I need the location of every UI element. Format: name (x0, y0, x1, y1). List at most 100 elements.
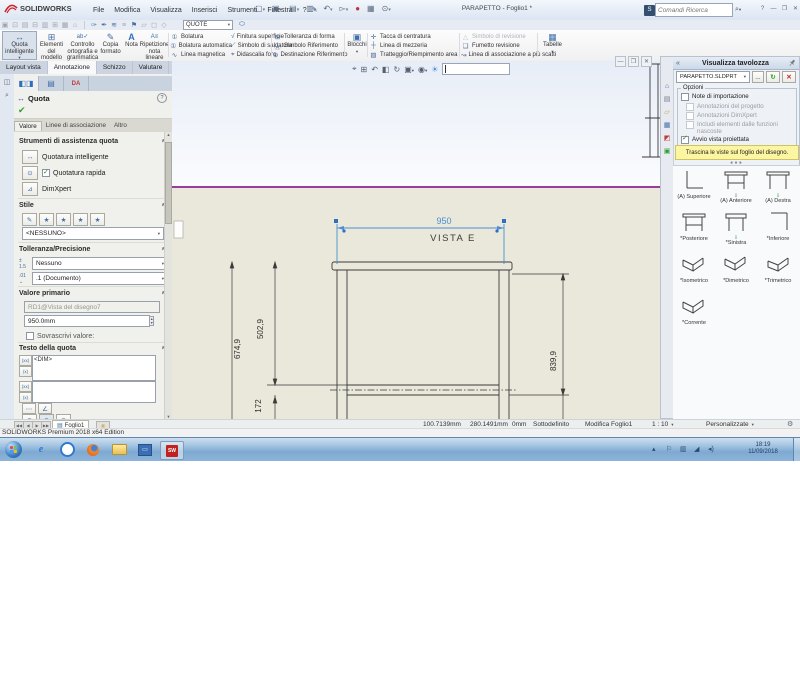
style-star3-icon[interactable]: ★ (73, 213, 88, 226)
paren-icon[interactable]: (x) (19, 366, 32, 377)
design-library-icon[interactable]: ▤ (661, 90, 673, 103)
browser-icon[interactable] (56, 441, 78, 458)
search-input[interactable] (656, 7, 732, 14)
import-notes-checkbox[interactable] (681, 93, 689, 101)
thumb-inferiore[interactable]: *Inferiore (757, 210, 799, 242)
file-explorer-icon[interactable]: ▱ (661, 103, 673, 116)
lines-tool-icon[interactable]: ≡ (119, 22, 129, 29)
hole-callout-button[interactable]: ⌖Didascalia foro (231, 50, 271, 59)
tab-schizzo[interactable]: Schizzo (97, 61, 133, 74)
undo-button[interactable]: ↶▾ (323, 4, 332, 13)
note-button[interactable]: ANota (122, 31, 141, 60)
view-settings-icon[interactable]: ☀ (431, 65, 438, 74)
surface-finish-button[interactable]: √Finitura superficie (231, 32, 271, 41)
dim-674-9[interactable]: 674,9 (233, 338, 242, 359)
start-button[interactable] (5, 441, 22, 458)
linear-note-pattern-button[interactable]: A≡Ripetizione nota lineare▾ (140, 31, 169, 60)
taskbar-clock[interactable]: 18:19 11/09/2018 (740, 442, 786, 456)
refresh-button[interactable]: ↻ (766, 71, 780, 83)
doc-restore-button[interactable]: ❐ (628, 56, 639, 67)
format-painter-button[interactable]: ✎Copia formato (98, 31, 123, 60)
mini-popup-box[interactable] (174, 221, 183, 238)
style-edit-icon[interactable]: ✎ (22, 213, 37, 226)
menu-inserisci[interactable]: Inserisci (187, 3, 223, 17)
magnetic-line-button[interactable]: ∿Linea magnetica (170, 50, 232, 59)
side-tab-icon-2[interactable]: ⌕ (0, 86, 14, 100)
thumb-superiore[interactable]: (A) Superiore (673, 168, 715, 200)
side-tab-icon-1[interactable]: ◫ (0, 74, 14, 86)
datum-target-button[interactable]: ⊕Destinazione Riferimento (273, 50, 343, 59)
tables-button[interactable]: ▦Tabelle▾ (539, 31, 566, 60)
thumb-posteriore[interactable]: *Posteriore (673, 210, 715, 242)
view-palette-icon[interactable]: ▦ (661, 116, 673, 129)
value-spinner[interactable]: ▲▼ (150, 316, 154, 326)
smart-dimension-button[interactable]: ↔Quota intelligente▾ (2, 31, 37, 60)
thumb-anteriore[interactable]: ⇩ (A) Anteriore (715, 168, 757, 204)
print-button[interactable]: ▥▾ (306, 4, 316, 13)
section-tolerance-header[interactable]: Tolleranza/Precisione∧ (19, 246, 165, 253)
section-style-header[interactable]: Stile∧ (19, 202, 165, 209)
rapid-dimensioning-checkbox[interactable] (42, 169, 50, 177)
style-star4-icon[interactable]: ★ (90, 213, 105, 226)
paren-all-icon[interactable]: (xx) (19, 355, 32, 366)
explorer-folder-icon[interactable] (108, 441, 130, 458)
show-desktop-button[interactable] (793, 438, 800, 461)
pm-tab-configurations[interactable]: ▤ (39, 76, 64, 91)
primary-value-field[interactable]: 950.0mm (24, 315, 150, 327)
open-button[interactable]: ▣▾ (272, 4, 282, 13)
subtab-linee[interactable]: Linee di associazione (42, 121, 110, 130)
auto-projected-checkbox[interactable] (681, 136, 689, 144)
tab-valutare[interactable]: Valutare (133, 61, 170, 74)
ok-check-icon[interactable]: ✔ (18, 105, 26, 115)
pen2-tool-icon[interactable]: ✒ (99, 21, 109, 29)
thumb-sinistra[interactable]: ⇩ *Sinistra (715, 210, 757, 246)
blocks-button[interactable]: ▣Blocchi▾ (346, 31, 368, 60)
tray-volume-icon[interactable]: ◂) (708, 445, 714, 453)
tray-show-hidden-icon[interactable]: ▴ (652, 445, 656, 453)
custom-properties-icon[interactable]: ▣ (661, 142, 673, 155)
tray-flag-icon[interactable]: ⚐ (666, 445, 672, 453)
thumb-corrente[interactable]: *Corrente (673, 294, 715, 326)
grid-button[interactable]: ▦ (367, 4, 375, 13)
rotate-view-icon[interactable]: ↻ (393, 65, 400, 74)
dim-950-selected[interactable]: 950 (436, 216, 451, 226)
menu-modifica[interactable]: Modifica (109, 3, 145, 17)
section-primary-value-header[interactable]: Valore primario∧ (19, 290, 165, 297)
status-options-gear-icon[interactable]: ⚙ (787, 420, 793, 428)
scale-dropdown[interactable]: 1 : 10▾ (652, 421, 674, 428)
zoom-fit-icon[interactable]: ⌖ (352, 64, 357, 74)
area-hatch-button[interactable]: ▨Tratteggio/Riempimento area (369, 50, 459, 59)
units-dropdown[interactable]: Personalizzate▾ (706, 421, 754, 428)
override-value-checkbox[interactable] (26, 332, 34, 340)
pen-tool-icon[interactable]: ✑ (89, 21, 99, 29)
leader-style-icon[interactable]: ⋯ (22, 403, 36, 414)
multi-jog-leader-button[interactable]: ↝Linea di associazione a più scatti (461, 50, 537, 59)
firefox-icon[interactable] (82, 441, 104, 458)
dimxpert-row[interactable]: ⊿ DimXpert (22, 182, 71, 196)
precision-select[interactable]: .1 (Documento)▾ (32, 272, 168, 285)
solidworks-taskbar-icon[interactable]: SW (160, 441, 184, 460)
close-button[interactable]: ✕ (791, 4, 800, 13)
balloon-button[interactable]: ①Bolatura (170, 32, 232, 41)
search-icon[interactable]: ⌕▾ (735, 6, 741, 14)
palette-file-select[interactable]: PARAPETTO.SLDPRT▾ (676, 71, 750, 83)
previous-view-icon[interactable]: ↶ (371, 65, 378, 74)
search-scope-icon[interactable]: S (644, 5, 655, 16)
dim-172[interactable]: 172 (254, 399, 263, 413)
select-button[interactable]: ▻▾ (340, 4, 349, 13)
model-items-button[interactable]: ⊞Elementi del modello (37, 31, 66, 60)
scroll-up-arrow[interactable]: ▲ (165, 132, 172, 138)
section-assist-header[interactable]: Strumenti di assistenza quota∧ (19, 138, 165, 145)
image-tool-icon[interactable]: ▣ (0, 21, 10, 29)
system-tool-icon[interactable]: ▭ (134, 441, 156, 458)
thumb-dimetrico[interactable]: *Dimetrico (715, 252, 757, 284)
browse-button[interactable]: ... (752, 71, 764, 83)
clear-button[interactable]: ✕ (782, 71, 796, 83)
doc-minimize-button[interactable]: — (615, 56, 626, 67)
drawing-canvas[interactable]: 674,9 502,9 172 839,9 VISTA E 950 (172, 61, 665, 419)
tray-app-icon[interactable]: ▥ (680, 445, 687, 453)
option-auto-projected[interactable]: Avvio vista proiettata (681, 136, 793, 144)
hide-show-icon[interactable]: ◉▾ (418, 65, 427, 74)
help-button[interactable]: ? (758, 4, 767, 13)
pm-tab-propertymanager[interactable]: ◧◨ (14, 76, 39, 91)
